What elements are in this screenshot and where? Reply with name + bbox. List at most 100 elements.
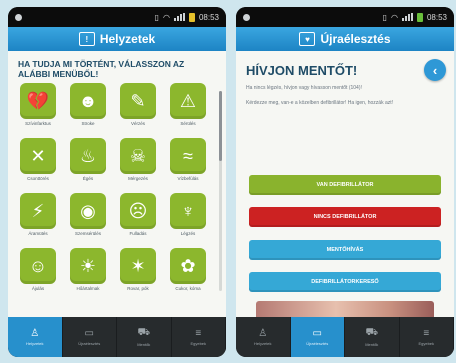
- situation-label: Hőártalmak: [76, 286, 100, 291]
- phone-right: ▯ ◠ 08:53 ♥ Újraélesztés HÍVJON MENTŐT! …: [236, 7, 454, 357]
- bone-icon: ✕: [20, 138, 56, 174]
- eye-icon: ◉: [70, 193, 106, 229]
- vibrate-icon: ▯: [382, 12, 387, 22]
- situation-tile[interactable]: ♨ Égés: [68, 138, 108, 187]
- status-bar: ▯ ◠ 08:53: [8, 7, 226, 27]
- monitor-icon: ▭: [84, 328, 94, 339]
- situation-tile[interactable]: ☻ Stroke: [68, 83, 108, 132]
- situation-label: Stroke: [81, 121, 95, 126]
- skull-icon: ☠: [120, 138, 156, 174]
- menu-icon: ≡: [423, 328, 430, 339]
- menu-icon: ≡: [195, 328, 202, 339]
- situation-tile[interactable]: ◉ Szemsérülés: [68, 193, 108, 242]
- situation-tile[interactable]: ⚡ Áramütés: [18, 193, 58, 242]
- situation-tile[interactable]: ☀ Hőártalmak: [68, 248, 108, 297]
- situation-tile[interactable]: ☠ Mérgezés: [118, 138, 158, 187]
- wifi-icon: ◠: [162, 12, 170, 22]
- back-button[interactable]: ‹: [424, 59, 446, 81]
- fainting-icon: ☺: [20, 248, 56, 284]
- fire-icon: ♨: [70, 138, 106, 174]
- no-defibrillator-button[interactable]: NINCS DEFIBRILLÁTOR: [249, 207, 441, 227]
- situation-label: Cukor, kóma: [175, 286, 201, 291]
- situation-tile[interactable]: ☹ Fulladás: [118, 193, 158, 242]
- monitor-icon: ▭: [312, 328, 322, 339]
- nav-ambulance[interactable]: ⛟ Mentők: [117, 317, 172, 357]
- nav-situations[interactable]: ♙ Helyzetek: [236, 317, 291, 357]
- bottom-nav: ♙ Helyzetek ▭ Újraélesztés ⛟ Mentők ≡ Eg…: [8, 317, 226, 357]
- defibrillator-finder-button[interactable]: DEFIBRILLÁTORKERESŐ: [249, 272, 441, 292]
- situation-label: Vérzés: [130, 121, 145, 126]
- call-ambulance-heading: HÍVJON MENTŐT!: [246, 62, 358, 78]
- situation-label: Sérülés: [180, 121, 196, 126]
- situation-label: Szívinfarktus: [25, 121, 51, 126]
- ambulance-icon: ⛟: [365, 327, 379, 338]
- warning-icon: !: [78, 32, 95, 46]
- broken-heart-icon: 💔: [20, 83, 56, 119]
- ambulance-icon: ⛟: [137, 327, 151, 338]
- fall-icon: ⚠: [170, 83, 206, 119]
- situation-tile[interactable]: ✎ Vérzés: [118, 83, 158, 132]
- situation-label: Vízbefúlás: [177, 176, 199, 181]
- has-defibrillator-button[interactable]: VAN DEFIBRILLÁTOR: [249, 175, 441, 195]
- nav-cpr[interactable]: ▭ Újraélesztés: [290, 317, 345, 357]
- situation-tile[interactable]: ⚠ Sérülés: [168, 83, 208, 132]
- electric-icon: ⚡: [20, 193, 56, 229]
- title-bar: ! Helyzetek: [8, 27, 226, 51]
- insect-icon: ✶: [120, 248, 156, 284]
- situation-label: Fulladás: [129, 231, 147, 236]
- sun-icon: ☀: [70, 248, 106, 284]
- situation-tile[interactable]: 💔 Szívinfarktus: [18, 83, 58, 132]
- situation-tile[interactable]: ✿ Cukor, kóma: [168, 248, 208, 297]
- signal-icon: [173, 13, 185, 21]
- person-icon: ♙: [30, 328, 40, 339]
- call-ambulance-button[interactable]: MENTŐHÍVÁS: [249, 240, 441, 260]
- situation-label: Légzés: [180, 231, 196, 236]
- situation-tile[interactable]: ☺ Ájulás: [18, 248, 58, 297]
- situations-content: HA TUDJA MI TÖRTÉNT, VÁLASSZON AZ ALÁBBI…: [8, 51, 226, 317]
- battery-icon: [416, 12, 423, 22]
- notification-icon: [243, 13, 250, 21]
- person-icon: ♙: [258, 328, 268, 339]
- bleeding-icon: ✎: [120, 83, 156, 119]
- lungs-icon: ♆: [170, 193, 206, 229]
- nav-more[interactable]: ≡ Egyebek: [172, 317, 226, 357]
- heart-monitor-icon: ♥: [299, 32, 316, 46]
- drowning-icon: ≈: [170, 138, 206, 174]
- clock: 08:53: [426, 12, 447, 22]
- instruction-text: HA TUDJA MI TÖRTÉNT, VÁLASSZON AZ ALÁBBI…: [18, 59, 185, 79]
- head-icon: ☻: [70, 83, 106, 119]
- bottom-nav: ♙ Helyzetek ▭ Újraélesztés ⛟ Mentők ≡ Eg…: [236, 317, 454, 357]
- situation-label: Ájulás: [31, 286, 45, 291]
- clock: 08:53: [198, 12, 219, 22]
- chevron-left-icon: ‹: [432, 62, 438, 78]
- battery-icon: [188, 12, 195, 22]
- cpr-content: HÍVJON MENTŐT! ‹ Ha nincs légzés, hívjon…: [236, 51, 454, 317]
- scrollbar-thumb[interactable]: [219, 91, 222, 161]
- situation-tile[interactable]: ♆ Légzés: [168, 193, 208, 242]
- situation-label: Rovar, pók: [127, 286, 149, 291]
- situation-label: Égés: [82, 176, 94, 181]
- nav-cpr[interactable]: ▭ Újraélesztés: [63, 317, 117, 357]
- situation-tile[interactable]: ✕ Csonttörés: [18, 138, 58, 187]
- nav-more[interactable]: ≡ Egyebek: [400, 317, 454, 357]
- title-bar: ♥ Újraélesztés: [236, 27, 454, 51]
- sugar-icon: ✿: [170, 248, 206, 284]
- screen-title: Helyzetek: [99, 32, 156, 46]
- situation-tile[interactable]: ✶ Rovar, pók: [118, 248, 158, 297]
- situation-label: Csonttörés: [27, 176, 49, 181]
- nav-situations[interactable]: ♙ Helyzetek: [8, 317, 63, 357]
- instruction-paragraph: Ha nincs légzés, hívjon vagy hívasson me…: [246, 85, 362, 91]
- choking-icon: ☹: [120, 193, 156, 229]
- situation-grid: 💔 Szívinfarktus ☻ Stroke ✎ Vérzés ⚠ Sérülés ✕ Cso…: [18, 83, 210, 297]
- screen-title: Újraélesztés: [320, 32, 391, 46]
- signal-icon: [401, 13, 413, 21]
- situation-tile[interactable]: ≈ Vízbefúlás: [168, 138, 208, 187]
- nav-ambulance[interactable]: ⛟ Mentők: [345, 317, 400, 357]
- vibrate-icon: ▯: [154, 12, 159, 22]
- scrollbar[interactable]: [219, 91, 222, 291]
- phone-left: ▯ ◠ 08:53 ! Helyzetek HA TUDJA MI TÖRTÉN…: [8, 7, 226, 357]
- cpr-photo: [256, 301, 434, 317]
- situation-label: Szemsérülés: [74, 231, 101, 236]
- wifi-icon: ◠: [390, 12, 398, 22]
- defibrillator-paragraph: Kérdezze meg, van-e a közelben defibrill…: [246, 100, 394, 106]
